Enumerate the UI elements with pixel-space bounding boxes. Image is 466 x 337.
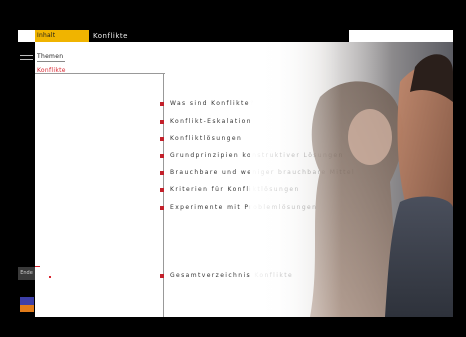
nav-themen-underline [37, 61, 65, 62]
bullet-icon [160, 170, 164, 175]
tab-inhalt[interactable]: Inhalt [35, 30, 89, 42]
flag-bottom [20, 305, 34, 312]
photo-people [250, 42, 453, 317]
left-frame-bar [0, 0, 18, 337]
section-title: Konflikte [89, 30, 174, 42]
bullet-icon [160, 205, 164, 210]
right-frame-bar [453, 0, 466, 337]
menu-item-label: Was sind Konflikte? [170, 100, 255, 107]
menu-lines-icon[interactable] [18, 52, 35, 64]
bottom-frame-bar [0, 317, 466, 337]
nav-themen[interactable]: Themen [37, 53, 65, 62]
menubar-strip [174, 30, 349, 42]
bullet-icon [160, 273, 164, 278]
content-divider-vertical [163, 73, 164, 317]
top-frame-bar [0, 0, 466, 30]
menu-item-konflikt-eskalation[interactable]: Konflikt-Eskalation [160, 117, 252, 126]
flag-top [20, 297, 34, 305]
bullet-icon [160, 119, 164, 124]
menu-item-label: Konflikt-Eskalation [170, 118, 252, 125]
bullet-icon [160, 136, 164, 141]
end-button[interactable]: Ende [18, 267, 35, 280]
bullet-icon [160, 153, 164, 158]
bullet-icon [160, 187, 164, 192]
flag-icon[interactable] [20, 297, 34, 312]
menu-item-label: Konfliktlösungen [170, 135, 243, 142]
red-marker [35, 266, 40, 267]
bullet-icon [160, 101, 164, 106]
red-dot [49, 276, 51, 278]
menu-item-was-sind-konflikte[interactable]: Was sind Konflikte? [160, 99, 254, 108]
content-divider-horizontal [35, 73, 165, 74]
menu-item-konfliktloesungen[interactable]: Konfliktlösungen [160, 134, 242, 143]
nav-themen-label: Themen [37, 53, 64, 60]
